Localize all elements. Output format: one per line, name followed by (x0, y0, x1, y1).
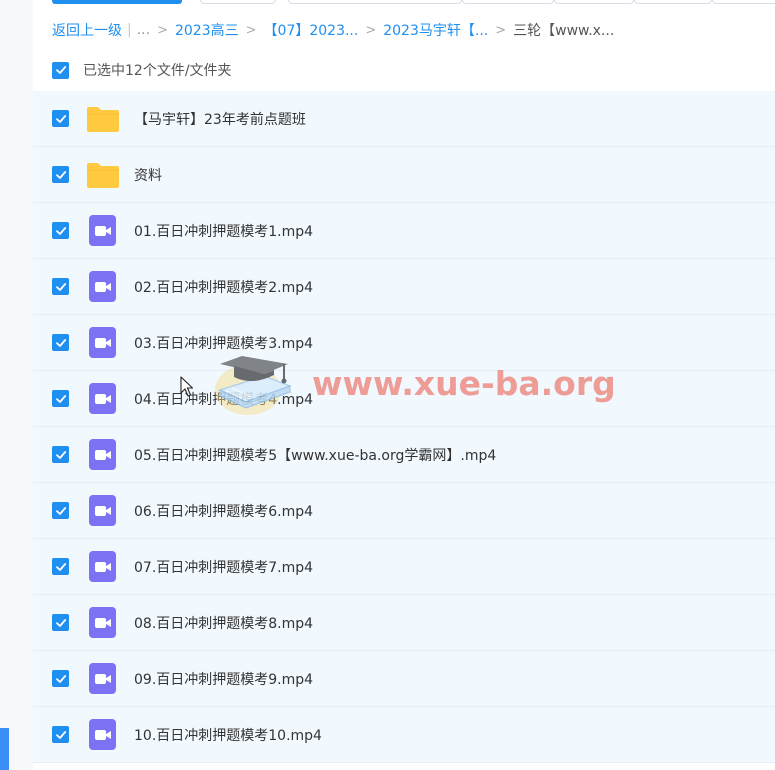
breadcrumb-pipe: | (127, 22, 132, 38)
file-name[interactable]: 07.百日冲刺押题模考7.mp4 (134, 557, 313, 577)
toolbar-tab[interactable] (462, 0, 554, 4)
file-row[interactable]: 【马宇轩】23年考前点题班 (33, 91, 775, 147)
file-list: 【马宇轩】23年考前点题班 资料 01.百日冲刺押题模考1.mp4 02.百日冲刺押题… (33, 91, 775, 763)
file-row[interactable]: 04.百日冲刺押题模考4.mp4 (33, 371, 775, 427)
folder-icon (86, 159, 120, 191)
checkmark-icon (55, 394, 66, 403)
file-name[interactable]: 09.百日冲刺押题模考9.mp4 (134, 669, 313, 689)
breadcrumb-back-link[interactable]: 返回上一级 (52, 20, 122, 40)
video-file-icon (86, 215, 120, 247)
file-name[interactable]: 04.百日冲刺押题模考4.mp4 (134, 389, 313, 409)
checkmark-icon (55, 562, 66, 571)
file-row[interactable]: 03.百日冲刺押题模考3.mp4 (33, 315, 775, 371)
file-row[interactable]: 07.百日冲刺押题模考7.mp4 (33, 539, 775, 595)
breadcrumb: 返回上一级 | ... > 2023高三 > 【07】2023... > 202… (52, 19, 614, 41)
breadcrumb-separator: > (245, 22, 257, 38)
file-name[interactable]: 02.百日冲刺押题模考2.mp4 (134, 277, 313, 297)
file-name[interactable]: 资料 (134, 165, 162, 185)
video-file-icon (86, 271, 120, 303)
video-file-icon (86, 719, 120, 751)
toolbar-tab[interactable] (554, 0, 634, 4)
toolbar-tab[interactable] (288, 0, 462, 4)
file-row[interactable]: 02.百日冲刺押题模考2.mp4 (33, 259, 775, 315)
file-checkbox[interactable] (52, 166, 69, 183)
file-row[interactable]: 08.百日冲刺押题模考8.mp4 (33, 595, 775, 651)
file-row[interactable]: 资料 (33, 147, 775, 203)
left-sidebar-strip (0, 0, 33, 770)
file-row[interactable]: 10.百日冲刺押题模考10.mp4 (33, 707, 775, 763)
checkmark-icon (55, 114, 66, 123)
file-name[interactable]: 03.百日冲刺押题模考3.mp4 (134, 333, 313, 353)
video-file-icon (86, 551, 120, 583)
video-file-icon (86, 439, 120, 471)
file-row[interactable]: 09.百日冲刺押题模考9.mp4 (33, 651, 775, 707)
video-file-icon (86, 663, 120, 695)
video-file-icon (86, 495, 120, 527)
checkmark-icon (55, 730, 66, 739)
breadcrumb-item[interactable]: 2023马宇轩【... (383, 20, 488, 40)
left-sidebar-accent (0, 728, 9, 770)
file-checkbox[interactable] (52, 726, 69, 743)
file-checkbox[interactable] (52, 222, 69, 239)
checkmark-icon (55, 618, 66, 627)
mouse-cursor-icon (180, 376, 194, 397)
file-name[interactable]: 08.百日冲刺押题模考8.mp4 (134, 613, 313, 633)
breadcrumb-separator: > (157, 22, 168, 38)
breadcrumb-item[interactable]: 【07】2023... (264, 20, 359, 40)
video-file-icon (86, 383, 120, 415)
file-checkbox[interactable] (52, 670, 69, 687)
breadcrumb-item[interactable]: 2023高三 (175, 20, 239, 40)
checkmark-icon (55, 282, 66, 291)
select-all-checkbox[interactable] (52, 61, 69, 79)
file-row[interactable]: 01.百日冲刺押题模考1.mp4 (33, 203, 775, 259)
file-checkbox[interactable] (52, 502, 69, 519)
toolbar-tab[interactable] (712, 0, 775, 4)
toolbar-tab[interactable] (200, 0, 276, 4)
file-name[interactable]: 10.百日冲刺押题模考10.mp4 (134, 725, 322, 745)
breadcrumb-current: 三轮【www.x... (513, 23, 615, 39)
checkmark-icon (55, 338, 66, 347)
selection-count-label: 已选中12个文件/文件夹 (83, 63, 232, 79)
file-checkbox[interactable] (52, 334, 69, 351)
file-checkbox[interactable] (52, 446, 69, 463)
video-file-icon (86, 607, 120, 639)
checkmark-icon (55, 674, 66, 683)
top-tab-bar (0, 0, 775, 6)
file-checkbox[interactable] (52, 390, 69, 407)
file-name[interactable]: 01.百日冲刺押题模考1.mp4 (134, 221, 313, 241)
file-checkbox[interactable] (52, 614, 69, 631)
file-checkbox[interactable] (52, 278, 69, 295)
folder-icon (86, 103, 120, 135)
file-name[interactable]: 【马宇轩】23年考前点题班 (134, 109, 306, 129)
file-checkbox[interactable] (52, 558, 69, 575)
breadcrumb-ellipsis[interactable]: ... (137, 22, 150, 38)
video-file-icon (86, 327, 120, 359)
file-name[interactable]: 05.百日冲刺押题模考5【www.xue-ba.org学霸网】.mp4 (134, 445, 496, 465)
file-row[interactable]: 06.百日冲刺押题模考6.mp4 (33, 483, 775, 539)
toolbar-tab[interactable] (634, 0, 712, 4)
file-checkbox[interactable] (52, 110, 69, 127)
checkmark-icon (55, 226, 66, 235)
file-row[interactable]: 05.百日冲刺押题模考5【www.xue-ba.org学霸网】.mp4 (33, 427, 775, 483)
file-name[interactable]: 06.百日冲刺押题模考6.mp4 (134, 501, 313, 521)
breadcrumb-separator: > (495, 22, 507, 38)
checkmark-icon (55, 66, 66, 74)
checkmark-icon (55, 450, 66, 459)
checkmark-icon (55, 170, 66, 179)
checkmark-icon (55, 506, 66, 515)
active-tab-indicator[interactable] (52, 0, 182, 4)
breadcrumb-separator: > (365, 22, 377, 38)
select-all-row: 已选中12个文件/文件夹 (52, 59, 232, 81)
